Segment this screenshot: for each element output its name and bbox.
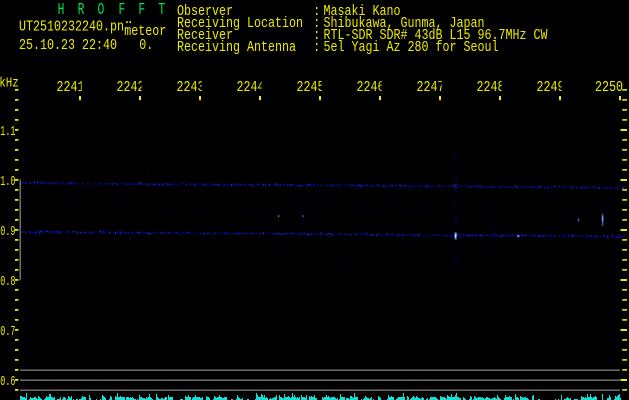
svg-text::: :: [313, 39, 320, 56]
svg-text:1.1: 1.1: [0, 125, 15, 140]
svg-text:2249: 2249: [537, 79, 565, 96]
svg-text:0.7: 0.7: [0, 325, 15, 340]
svg-text:2244: 2244: [237, 79, 265, 96]
svg-text:2241: 2241: [57, 79, 85, 96]
svg-text:0.8: 0.8: [0, 275, 15, 290]
svg-text:0.: 0.: [139, 37, 153, 54]
svg-text:T: T: [158, 1, 165, 20]
svg-text:2246: 2246: [357, 79, 385, 96]
svg-text:2243: 2243: [177, 79, 205, 96]
svg-text:0.9: 0.9: [0, 225, 15, 240]
svg-text:25.10.23 22:40: 25.10.23 22:40: [19, 37, 117, 54]
svg-text:5el Yagi Az 280 for Seoul: 5el Yagi Az 280 for Seoul: [324, 39, 499, 56]
svg-text:UT2510232240.pn: UT2510232240.pn: [19, 18, 124, 35]
svg-text:1.0: 1.0: [0, 175, 15, 190]
svg-text:2242: 2242: [117, 79, 145, 96]
svg-text:2245: 2245: [297, 79, 325, 96]
svg-text:2247: 2247: [417, 79, 445, 96]
svg-text:0.6: 0.6: [0, 375, 15, 390]
svg-text:Receiving Antenna: Receiving Antenna: [177, 39, 296, 56]
svg-text:F: F: [138, 1, 145, 20]
svg-text:2248: 2248: [477, 79, 505, 96]
svg-text:2250: 2250: [595, 79, 623, 96]
